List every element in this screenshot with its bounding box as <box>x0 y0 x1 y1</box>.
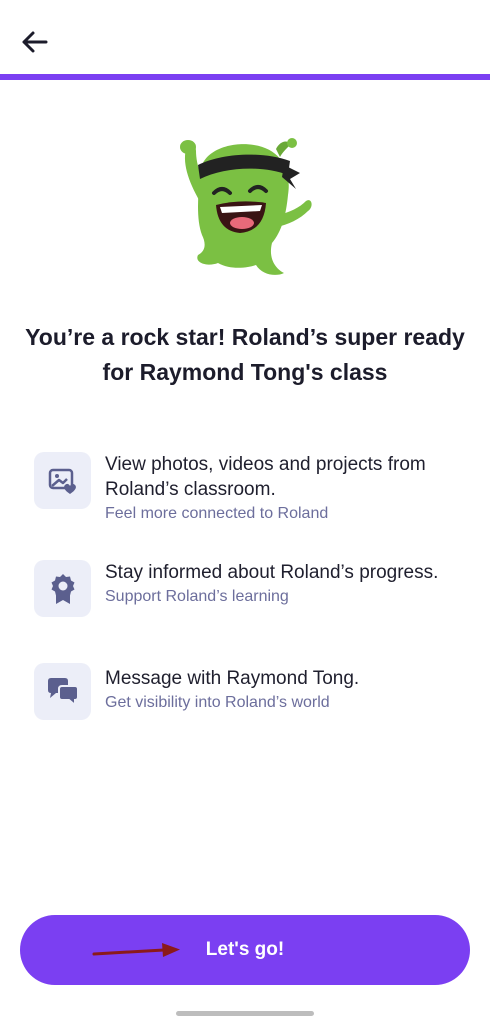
feature-text: View photos, videos and projects from Ro… <box>105 452 475 526</box>
top-bar <box>0 0 490 74</box>
progress-bar <box>0 74 490 80</box>
arrow-left-icon <box>22 31 48 53</box>
feature-text: Stay informed about Roland’s progress. S… <box>105 560 475 609</box>
progress-fill <box>0 74 490 80</box>
home-indicator[interactable] <box>176 1011 314 1016</box>
photo-heart-icon <box>48 468 76 494</box>
lets-go-button[interactable]: Let's go! <box>20 915 470 985</box>
feature-subtitle: Get visibility into Roland’s world <box>105 694 330 711</box>
feature-title: Stay informed about Roland’s progress. <box>105 562 439 583</box>
feature-title: Message with Raymond Tong. <box>105 668 360 689</box>
feature-title: View photos, videos and projects from Ro… <box>105 454 426 500</box>
feature-icon-box <box>34 560 91 617</box>
feature-subtitle: Support Roland’s learning <box>105 588 289 605</box>
feature-text: Message with Raymond Tong. Get visibilit… <box>105 666 475 715</box>
feature-icon-box <box>34 663 91 720</box>
mascot-illustration <box>172 135 317 280</box>
chat-bubbles-icon <box>47 677 79 707</box>
feature-icon-box <box>34 452 91 509</box>
award-ribbon-icon <box>51 573 74 604</box>
back-button[interactable] <box>14 24 54 60</box>
annotation-arrow-icon <box>92 943 180 957</box>
green-monster-mascot <box>180 138 312 275</box>
headline: You’re a rock star! Roland’s super ready… <box>25 324 465 385</box>
feature-subtitle: Feel more connected to Roland <box>105 505 329 522</box>
